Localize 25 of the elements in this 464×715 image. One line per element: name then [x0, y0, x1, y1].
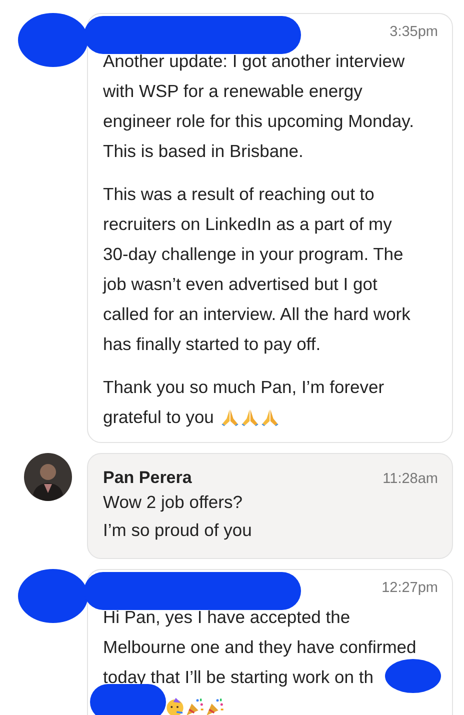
party-face-icon: [165, 697, 185, 715]
sender-name: Pan Perera: [103, 468, 192, 488]
message-text: job wasn’t even advertised but I got: [103, 273, 378, 296]
message-text: grateful to you: [103, 406, 214, 429]
avatar: [24, 453, 72, 501]
message-text: engineer role for this upcoming Monday.: [103, 110, 414, 133]
message-text: Wow 2 job offers?: [103, 491, 242, 514]
message-text: 30-day challenge in your program. The: [103, 243, 404, 266]
message-text: I’m so proud of you: [103, 519, 252, 542]
party-popper-icon: [185, 697, 205, 715]
message-time: 3:35pm: [390, 24, 438, 40]
party-popper-icon: [205, 697, 225, 715]
message-text: called for an interview. All the hard work: [103, 303, 410, 326]
message-text: has finally started to pay off.: [103, 333, 321, 356]
message-text: Another update: I got another interview: [103, 50, 405, 73]
message-text: This is based in Brisbane.: [103, 140, 304, 163]
message-text: Thank you so much Pan, I’m forever: [103, 376, 384, 399]
message-text: This was a result of reaching out to: [103, 183, 374, 206]
message-text: with WSP for a renewable energy: [103, 80, 362, 103]
message-time: 11:28am: [382, 471, 438, 487]
message-text: Melbourne one and they have confirmed: [103, 636, 416, 659]
message-text: Hi Pan, yes I have accepted the: [103, 606, 350, 629]
message-text: recruiters on LinkedIn as a part of my: [103, 213, 392, 236]
message-time: 12:27pm: [382, 580, 438, 596]
message-text: today that I’ll be starting work on th: [103, 666, 374, 689]
